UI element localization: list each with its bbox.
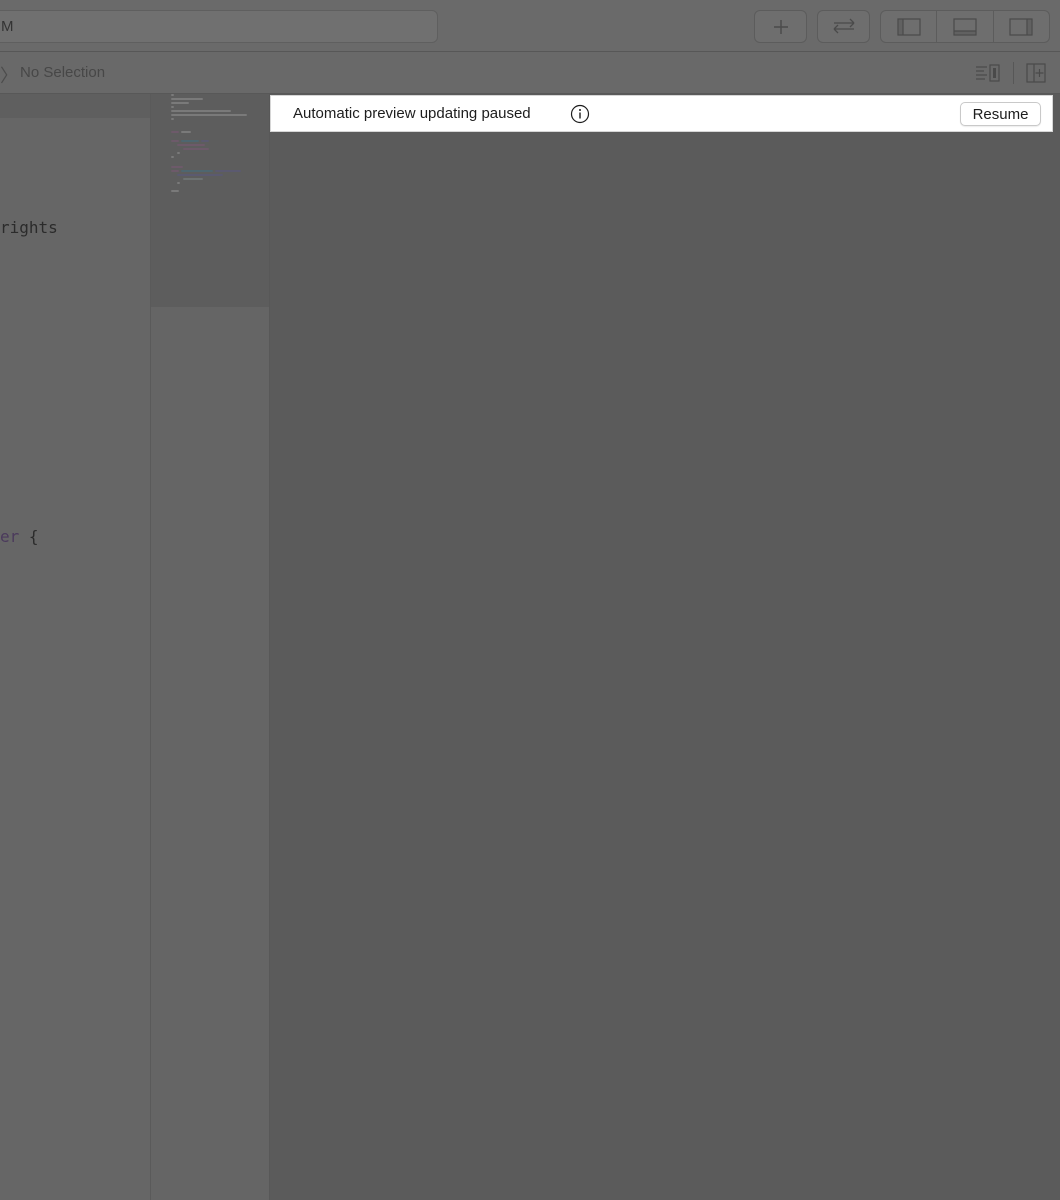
minimap-line: [181, 131, 191, 133]
minimap-line: [201, 140, 209, 142]
code-fragment-keyword: er: [0, 527, 20, 546]
split-add-icon: [1026, 63, 1046, 83]
minimap-line: [181, 140, 199, 142]
minimap-line: [177, 182, 180, 184]
code-review-button[interactable]: [817, 10, 870, 43]
breadcrumb-selection[interactable]: No Selection: [20, 64, 105, 81]
swap-arrows-icon: [833, 18, 854, 33]
minimap-line: [177, 152, 180, 154]
banner-message: Automatic preview updating paused: [293, 105, 531, 122]
minimap-line: [171, 106, 174, 108]
minimap-line: [183, 148, 209, 150]
editor-options-button[interactable]: [974, 62, 1002, 84]
activity-text: M: [1, 18, 14, 35]
minimap-line: [177, 174, 223, 176]
jump-bar-divider: [1013, 62, 1014, 84]
code-line-struct: er {: [0, 527, 39, 546]
xcode-window: M 〉 No Selection rights er {Automatic p…: [0, 0, 1060, 1200]
current-line-highlight: [0, 94, 150, 118]
add-editor-button[interactable]: [1022, 62, 1050, 84]
right-panel-icon: [1009, 17, 1033, 36]
lines-and-canvas-icon: [976, 64, 1000, 82]
minimap-line: [171, 94, 174, 96]
code-fragment-brace: {: [19, 527, 39, 546]
plus-icon: [773, 19, 788, 34]
minimap-line: [171, 98, 203, 100]
activity-viewer[interactable]: M: [0, 10, 438, 43]
minimap-line: [171, 110, 231, 112]
preview-paused-banner: Automatic preview updating paused Resume: [270, 95, 1053, 132]
add-library-button[interactable]: [754, 10, 807, 43]
bottom-panel-icon: [953, 17, 977, 36]
minimap-line: [181, 170, 213, 172]
minimap-line: [171, 118, 174, 120]
breadcrumb-chevron: 〉: [0, 66, 18, 86]
minimap-line: [171, 102, 189, 104]
code-fragment-rights: rights: [0, 218, 58, 237]
panel-toggle-group: [880, 10, 1050, 43]
resume-button[interactable]: Resume: [960, 102, 1041, 126]
minimap-visible-region[interactable]: [151, 94, 269, 307]
source-editor[interactable]: rights er {: [0, 94, 150, 1200]
navigator-toggle-button[interactable]: [881, 11, 938, 42]
minimap-line: [171, 114, 247, 116]
left-panel-icon: [897, 17, 921, 36]
minimap-line: [215, 170, 241, 172]
minimap-line: [177, 144, 205, 146]
minimap-line: [183, 178, 203, 180]
jump-bar: 〉 No Selection: [0, 52, 1060, 94]
minimap-line: [171, 156, 174, 158]
inspector-toggle-button[interactable]: [994, 11, 1049, 42]
minimap-line: [171, 131, 179, 133]
minimap-line: [171, 190, 179, 192]
code-line-copyright: rights: [0, 218, 58, 237]
toolbar: M: [0, 0, 1060, 52]
minimap[interactable]: [151, 94, 269, 1200]
minimap-line: [171, 166, 183, 168]
info-circle-icon[interactable]: [570, 104, 590, 124]
minimap-line: [171, 170, 179, 172]
preview-canvas[interactable]: [270, 94, 1060, 1200]
debug-area-toggle-button[interactable]: [937, 11, 994, 42]
minimap-line: [171, 140, 179, 142]
